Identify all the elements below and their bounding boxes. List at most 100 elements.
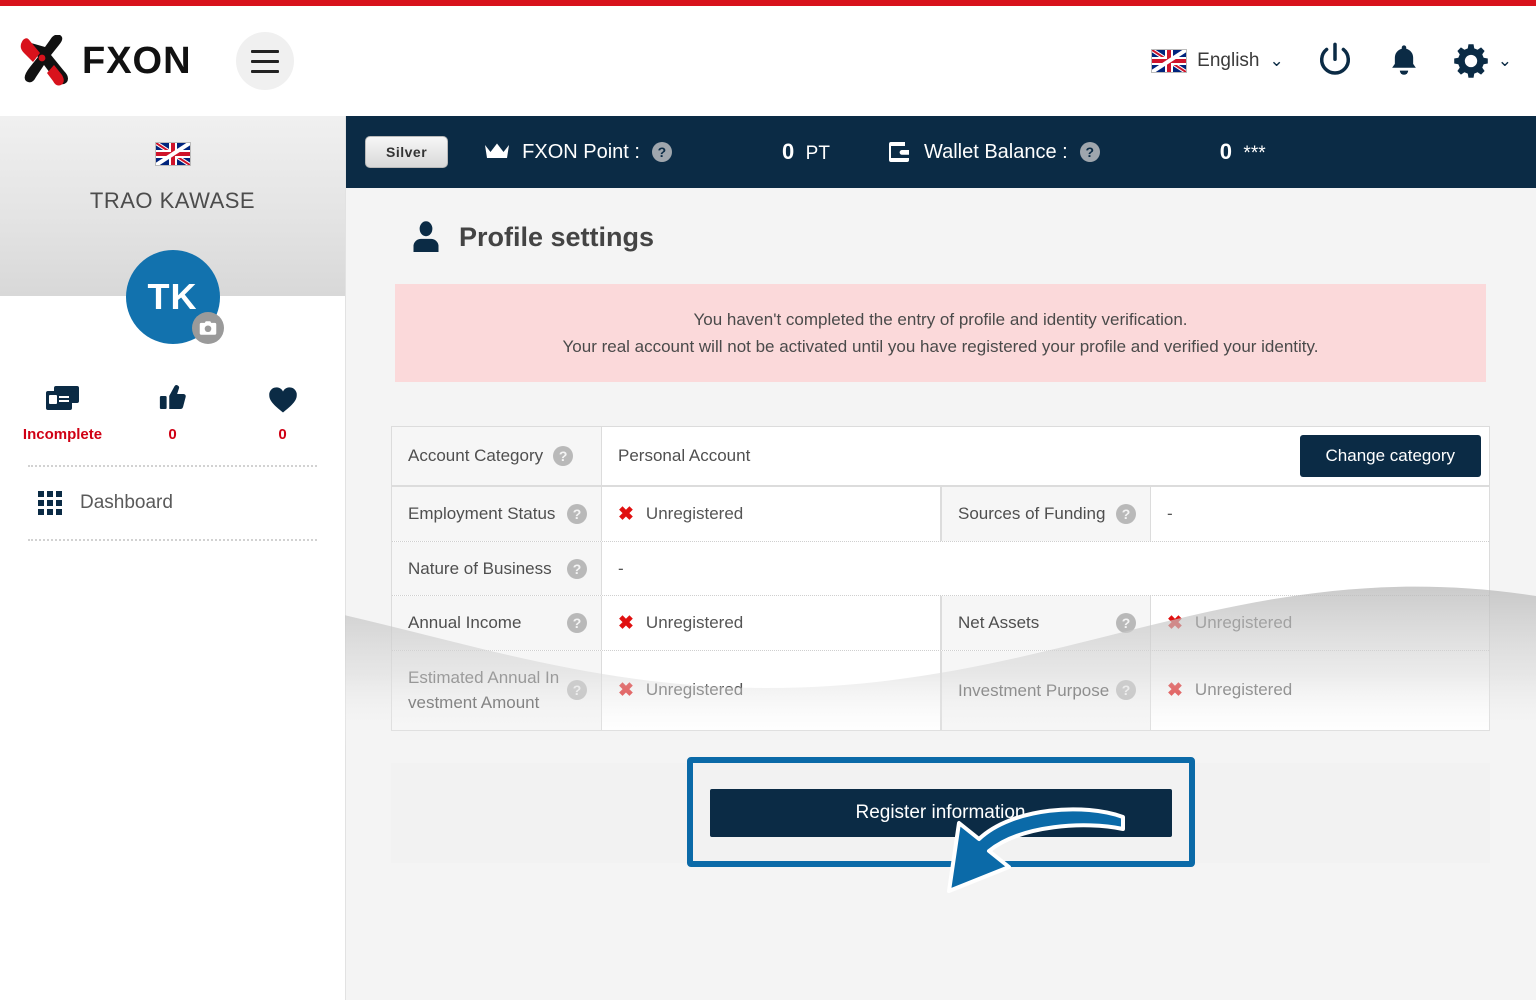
fxon-point-unit: PT [805, 143, 830, 164]
brand-logo-text: FXON [82, 40, 192, 82]
help-icon[interactable]: ? [553, 446, 574, 467]
table-label-text: Annual Income [408, 613, 522, 633]
account-category-label-cell: Account Category ? [392, 427, 602, 486]
crown-icon [485, 143, 510, 158]
table-cell-label: Net Assets? [941, 596, 1151, 650]
id-card-icon [8, 374, 118, 414]
power-button[interactable] [1314, 40, 1356, 82]
table-label-text: Nature of Business [408, 558, 552, 578]
table-value-text: Unregistered [1194, 680, 1293, 700]
rank-badge: Silver [365, 136, 449, 168]
help-icon[interactable]: ? [651, 142, 672, 162]
x-mark-icon: ✖ [618, 503, 634, 525]
table-value-text: Unregistered [645, 680, 744, 700]
table-cell-label: Employment Status? [392, 487, 602, 541]
chevron-down-icon: ⌄ [1269, 51, 1284, 70]
help-icon[interactable]: ? [1116, 680, 1136, 701]
heart-icon [228, 374, 338, 414]
table-cell-value: ✖ Unregistered [602, 650, 941, 730]
table-cell-label: Annual Income? [392, 596, 602, 650]
wallet-icon [888, 142, 909, 162]
fxon-x-mark-icon [18, 34, 72, 87]
account-category-card: Account Category ? Personal Account Chan… [391, 426, 1490, 487]
table-cell-label: Estimated Annual Investment Amount? [392, 650, 602, 730]
sidebar-flag [0, 142, 345, 166]
register-information-button[interactable]: Register information [709, 788, 1172, 837]
settings-button[interactable]: ⌄ [1452, 42, 1512, 80]
gear-icon [1453, 44, 1488, 78]
table-row: Annual Income? ✖ Unregistered Net Assets? ✖ U… [392, 596, 1489, 651]
table-label-text: Investment Purpose [958, 680, 1110, 700]
table-cell-label: Investment Purpose? [941, 650, 1151, 730]
fxon-point-group: FXON Point : ? [484, 141, 672, 164]
table-value-text: Unregistered [1194, 613, 1293, 633]
thumbs-up-icon [118, 374, 228, 414]
sidebar-item-label: Dashboard [80, 492, 173, 513]
language-selector[interactable]: English ⌄ [1151, 49, 1284, 73]
stat-verification[interactable]: Incomplete [8, 374, 118, 443]
account-topbar: Silver FXON Point : ? 0 PT Wallet Balanc… [345, 116, 1536, 188]
language-label: English [1197, 50, 1260, 71]
table-cell-label: Nature of Business? [392, 541, 602, 596]
profile-details-table: Employment Status? ✖ Unregistered Sources o… [391, 486, 1490, 731]
stat-label: Incomplete [22, 426, 103, 443]
x-mark-icon: ✖ [1167, 612, 1183, 634]
table-row: Nature of Business? - [392, 541, 1489, 597]
camera-icon[interactable] [191, 312, 224, 344]
fxon-point-value-group: 0 PT [782, 139, 830, 165]
table-label-text: Estimated Annual Investment Amount [408, 667, 560, 713]
avatar[interactable]: TK [125, 250, 224, 344]
table-value-text: - [618, 558, 624, 578]
sidebar-user-name: TRAO KAWASE [89, 188, 256, 213]
sidebar-stats: Incomplete 0 0 [0, 374, 345, 443]
page-title-text: Profile settings [459, 221, 655, 252]
wallet-balance-value: 0 [1219, 139, 1232, 164]
power-icon [1319, 42, 1350, 75]
hamburger-icon-bar [250, 69, 279, 73]
grid-icon [38, 491, 62, 515]
help-icon[interactable]: ? [1116, 613, 1136, 634]
header-actions: English ⌄ ⌄ [1151, 40, 1512, 82]
help-icon[interactable]: ? [567, 558, 587, 579]
alert-line-1: You haven't completed the entry of profi… [693, 310, 1188, 329]
wallet-balance-group: Wallet Balance : ? [888, 141, 1100, 164]
profile-incomplete-alert: You haven't completed the entry of profi… [395, 284, 1486, 383]
stat-favorites[interactable]: 0 [228, 374, 338, 443]
table-row: Employment Status? ✖ Unregistered Sources o… [392, 487, 1489, 542]
sidebar-item-dashboard[interactable]: Dashboard [0, 467, 345, 539]
table-label-text: Net Assets [958, 613, 1040, 633]
table-cell-value: ✖ Unregistered [1151, 596, 1489, 650]
help-icon[interactable]: ? [1079, 142, 1100, 162]
hamburger-menu-button[interactable] [235, 32, 294, 90]
x-mark-icon: ✖ [1167, 679, 1183, 701]
table-cell-value: ✖ Unregistered [1151, 651, 1489, 730]
table-cell-value: - [1151, 487, 1489, 541]
table-value-text: - [1167, 504, 1173, 524]
table-cell-label: Sources of Funding? [941, 487, 1151, 541]
app-body: TRAO KAWASE TK Incomplete 0 0 Dashboard … [0, 116, 1536, 1000]
help-icon[interactable]: ? [1116, 504, 1136, 525]
help-icon[interactable]: ? [567, 680, 587, 701]
hamburger-icon-bar [250, 59, 279, 63]
app-header: FXON English ⌄ ⌄ [0, 6, 1536, 116]
change-category-button[interactable]: Change category [1299, 435, 1481, 478]
uk-flag-icon [1151, 49, 1188, 73]
help-icon[interactable]: ? [567, 504, 587, 525]
x-mark-icon: ✖ [618, 612, 634, 634]
table-label-text: Employment Status [408, 504, 556, 524]
stat-likes[interactable]: 0 [118, 374, 228, 443]
chevron-down-icon: ⌄ [1497, 51, 1512, 70]
notifications-button[interactable] [1386, 42, 1422, 80]
main-area: Silver FXON Point : ? 0 PT Wallet Balanc… [345, 116, 1536, 1000]
wallet-balance-label: Wallet Balance : [923, 140, 1068, 163]
main-content: Profile settings You haven't completed t… [345, 188, 1536, 1000]
table-value-text: Unregistered [645, 613, 744, 633]
wallet-balance-unit: *** [1243, 143, 1266, 164]
help-icon[interactable]: ? [567, 613, 587, 634]
sidebar: TRAO KAWASE TK Incomplete 0 0 Dashboard [0, 116, 345, 1000]
x-mark-icon: ✖ [618, 679, 634, 701]
table-label-text: Sources of Funding [958, 504, 1106, 524]
fxon-point-value: 0 [781, 139, 795, 164]
brand-logo[interactable]: FXON [18, 34, 192, 87]
uk-flag-icon [154, 142, 191, 166]
